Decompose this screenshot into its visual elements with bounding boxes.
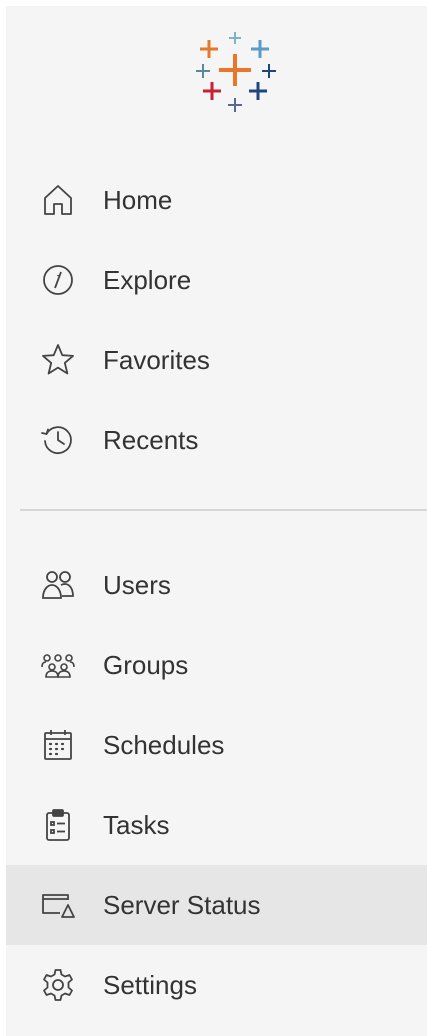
nav-item-recents[interactable]: Recents [6,400,427,480]
nav-item-tasks[interactable]: Tasks [6,785,427,865]
users-icon [40,567,76,603]
nav-label-settings: Settings [103,970,197,1000]
nav-label-groups: Groups [103,650,189,680]
nav-item-groups[interactable]: Groups [6,625,427,705]
gear-icon [40,967,76,1003]
server-status-icon [40,887,76,923]
home-icon [40,182,76,218]
groups-icon [40,647,76,683]
nav-label-explore: Explore [103,265,192,295]
compass-icon [40,262,76,298]
star-icon [40,342,76,378]
clipboard-icon [40,807,76,843]
nav-item-users[interactable]: Users [6,545,427,625]
nav-item-explore[interactable]: Explore [6,240,427,320]
nav-item-home[interactable]: Home [6,160,427,240]
nav-item-server-status[interactable]: Server Status [6,865,427,945]
nav-label-tasks: Tasks [103,810,170,840]
tableau-logo-icon[interactable] [195,30,279,114]
nav-label-home: Home [103,185,173,215]
calendar-icon [40,727,76,763]
nav-label-recents: Recents [103,425,199,455]
nav-label-users: Users [103,570,171,600]
nav-label-server-status: Server Status [103,890,261,920]
sidebar: Home Explore Favorites Recents Users Gro… [6,6,427,1036]
section-divider [20,509,427,511]
nav-item-favorites[interactable]: Favorites [6,320,427,400]
nav-item-settings[interactable]: Settings [6,945,427,1025]
nav-label-schedules: Schedules [103,730,225,760]
nav-item-schedules[interactable]: Schedules [6,705,427,785]
history-icon [40,422,76,458]
nav-label-favorites: Favorites [103,345,210,375]
